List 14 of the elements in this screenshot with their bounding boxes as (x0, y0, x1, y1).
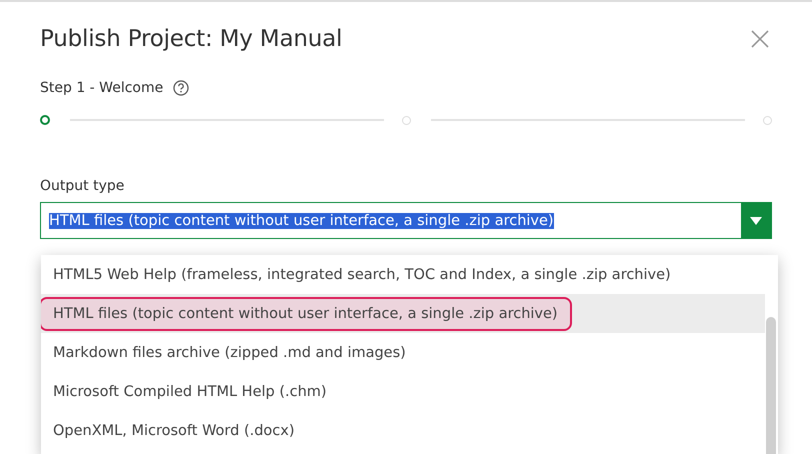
option-item[interactable]: HTML files (topic content without user interface, a single .zip archive) (41, 294, 765, 333)
output-type-dropdown[interactable]: HTML files (topic content without user interface, a single .zip archive) (40, 202, 772, 239)
option-item[interactable]: OpenXML, Microsoft Word (.docx) (41, 411, 765, 450)
output-type-label: Output type (40, 178, 126, 194)
help-icon[interactable] (173, 80, 190, 96)
option-item[interactable]: Markdown files archive (zipped .md and images) (41, 333, 765, 372)
option-item[interactable]: HTML5 Web Help (frameless, integrated search, TOC and Index, a single .zip archive) (41, 255, 765, 294)
close-icon[interactable] (750, 29, 770, 49)
step-label: Step 1 - Welcome (40, 80, 164, 96)
option-item[interactable]: Microsoft Compiled HTML Help (.chm) (41, 372, 765, 411)
dialog-title: Publish Project: My Manual (40, 26, 342, 52)
dropdown-caret-icon[interactable] (741, 203, 771, 238)
selected-value: HTML files (topic content without user interface, a single .zip archive) (49, 212, 554, 228)
scrollbar-thumb[interactable] (766, 317, 776, 454)
